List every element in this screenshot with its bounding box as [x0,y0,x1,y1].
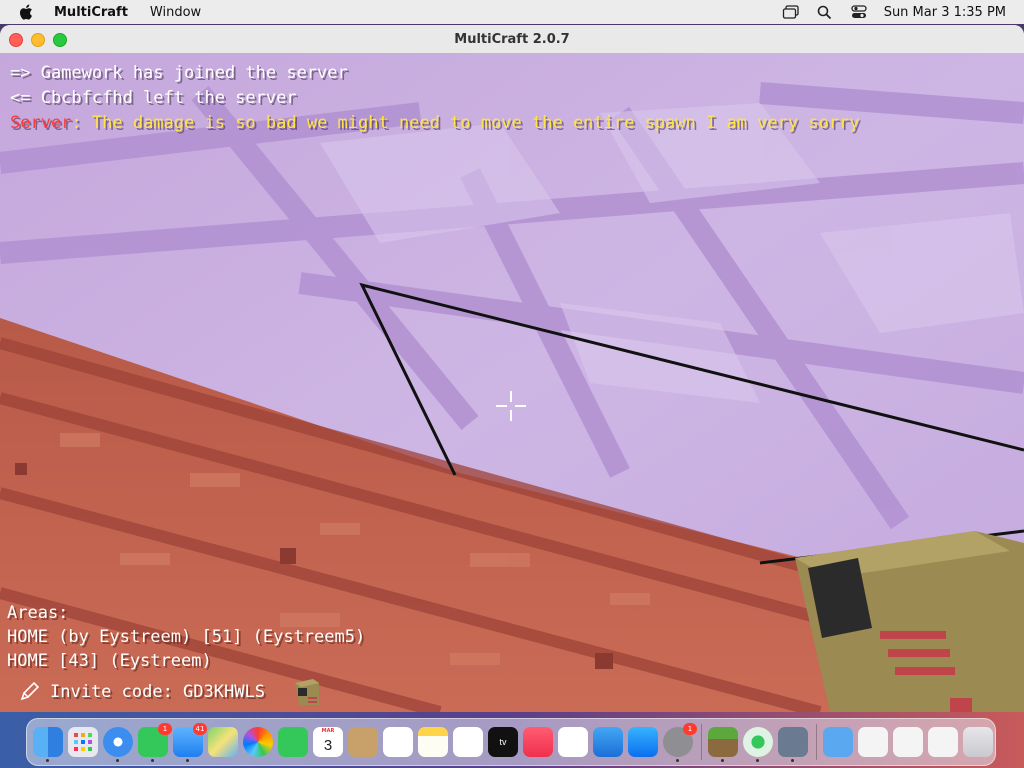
mail-icon[interactable]: 41 [173,723,207,762]
music-icon[interactable] [523,727,553,757]
invite-code-bar: Invite code: GD3KHWLS [18,675,323,709]
fullscreen-window-button[interactable] [53,33,67,47]
crosshair-icon [496,391,526,421]
chat-log: => Gamework has joined the server <= Cbc… [10,61,860,136]
chat-line-server: Server: The damage is so bad we might ne… [10,111,860,136]
messages-icon[interactable]: 1 [138,723,172,762]
mail-badge: 41 [193,723,207,735]
menu-bar-status-area: Sun Mar 3 1:35 PM [782,4,1006,20]
menu-window[interactable]: Window [150,5,201,20]
multicraft-icon[interactable] [708,727,738,762]
computer-block-icon[interactable] [289,675,323,709]
apple-tv-label: tv [499,737,507,747]
launchpad-icon[interactable] [68,727,98,757]
spotlight-search-icon[interactable] [816,4,834,20]
chat-server-separator: : [71,113,92,133]
menu-bar-clock[interactable]: Sun Mar 3 1:35 PM [884,5,1006,20]
chat-line-leave: <= Cbcbfcfhd left the server [10,88,297,108]
photos-icon[interactable] [243,727,273,757]
find-my-icon[interactable] [743,727,773,762]
window-title: MultiCraft 2.0.7 [454,31,570,47]
chat-server-message: The damage is so bad we might need to mo… [91,113,860,133]
window-title-bar[interactable]: MultiCraft 2.0.7 [0,25,1024,54]
apple-tv-icon[interactable]: tv [488,727,518,757]
apple-menu-icon[interactable] [18,3,36,21]
trash-icon[interactable] [963,727,993,757]
pencil-icon[interactable] [18,681,40,703]
contacts-icon[interactable] [348,727,378,757]
minimized-window-thumbnail[interactable] [928,727,958,757]
minimize-window-button[interactable] [31,33,45,47]
app-store-icon[interactable] [628,727,658,757]
desktop-wallpaper: 1 41 MAR 3 tv 1 [0,712,1024,768]
minimized-window-thumbnail[interactable] [893,727,923,757]
keynote-icon[interactable] [593,727,623,757]
areas-panel: Areas: HOME (by Eystreem) [51] (Eystreem… [7,601,365,673]
areas-header: Areas: [7,603,69,623]
preview-icon[interactable] [778,727,808,762]
chat-server-name: Server [10,113,72,133]
chat-line-join: => Gamework has joined the server [10,63,348,83]
finder-icon[interactable] [33,727,63,762]
messages-badge: 1 [158,723,172,735]
app-menu-multicraft[interactable]: MultiCraft [54,5,128,20]
maps-icon[interactable] [208,727,238,757]
menu-bar: MultiCraft Window Sun Mar 3 1:35 PM [0,0,1024,24]
close-window-button[interactable] [9,33,23,47]
area-entry: HOME [43] (Eystreem) [7,651,212,671]
held-computer-item [795,531,1024,712]
calendar-month: MAR [321,728,335,734]
system-settings-badge: 1 [683,723,697,735]
dock-separator [816,724,817,760]
calendar-day: 3 [323,736,333,754]
downloads-folder-icon[interactable] [823,727,853,757]
dock: 1 41 MAR 3 tv 1 [26,718,996,766]
dock-separator [701,724,702,760]
calendar-icon[interactable]: MAR 3 [313,727,343,757]
screen-mirroring-icon[interactable] [782,4,800,20]
window-controls [9,33,67,47]
freeform-icon[interactable] [453,727,483,757]
safari-icon[interactable] [103,727,133,762]
minimized-window-thumbnail[interactable] [858,727,888,757]
game-viewport[interactable]: => Gamework has joined the server <= Cbc… [0,53,1024,712]
area-entry: HOME (by Eystreem) [51] (Eystreem5) [7,627,366,647]
multicraft-window: MultiCraft 2.0.7 => Gamework has joined … [0,25,1024,712]
reminders-icon[interactable] [383,727,413,757]
notes-icon[interactable] [418,727,448,757]
invite-code-text[interactable]: Invite code: GD3KHWLS [50,682,265,702]
news-icon[interactable] [558,727,588,757]
facetime-icon[interactable] [278,727,308,757]
system-settings-icon[interactable]: 1 [663,723,697,762]
control-center-icon[interactable] [850,4,868,20]
